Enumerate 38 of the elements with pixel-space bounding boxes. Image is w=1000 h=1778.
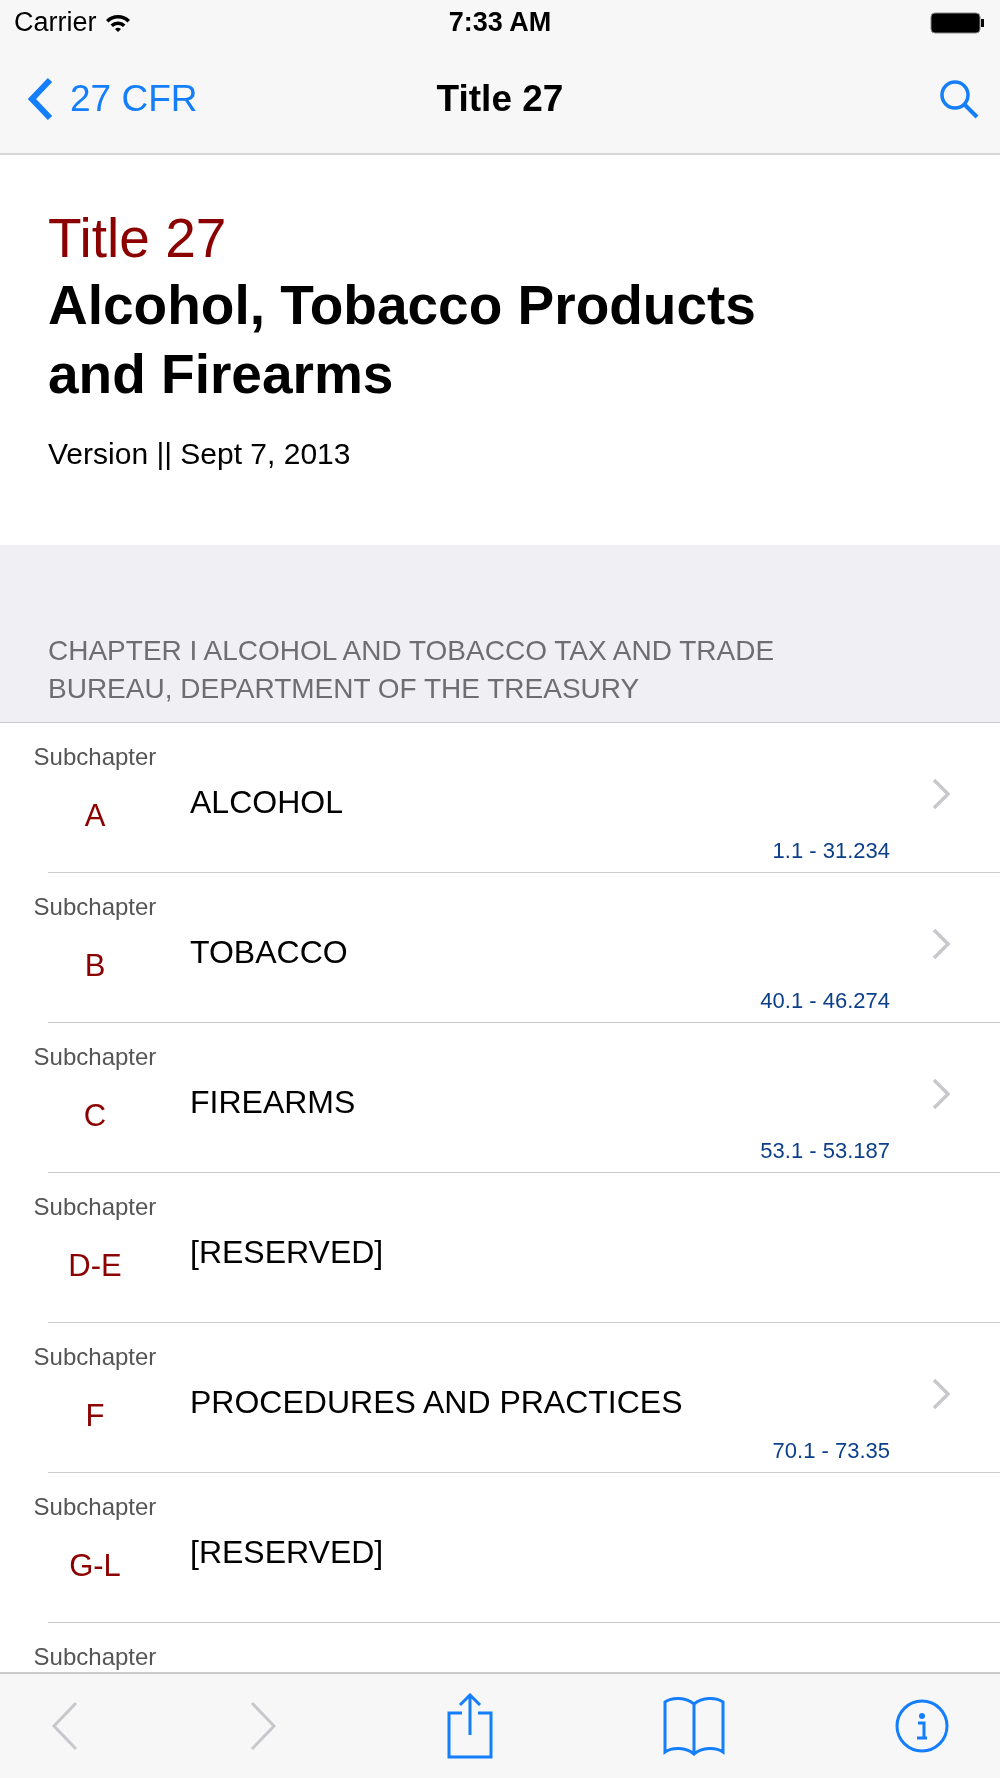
screen-title: Title 27 — [436, 76, 564, 121]
title-number: Title 27 — [48, 206, 228, 271]
subchapter-title[interactable]: [RESERVED] — [190, 1473, 384, 1576]
section-range: 40.1 - 46.274 — [760, 987, 890, 1015]
search-button[interactable] — [938, 78, 980, 120]
subchapter-title[interactable]: FIREARMS — [190, 1023, 356, 1126]
subchapter-title[interactable]: ALCOHOL — [190, 723, 343, 826]
subchapter-label: Subchapter — [32, 1342, 158, 1372]
subchapter-label: Subchapter — [32, 1642, 158, 1672]
status-time: 7:33 AM — [448, 6, 552, 40]
subchapter-title[interactable]: PROCEDURES AND PRACTICES — [190, 1323, 683, 1426]
share-button[interactable] — [446, 1693, 494, 1759]
subchapter-title[interactable]: TOBACCO — [190, 873, 348, 976]
subchapter-label: Subchapter — [32, 1192, 158, 1222]
bookmarks-button[interactable] — [662, 1696, 726, 1756]
subchapter-title[interactable]: [RESERVED] — [190, 1173, 384, 1276]
info-button[interactable] — [894, 1698, 950, 1754]
section-heading: CHAPTER I ALCOHOL AND TOBACCO TAX AND TRADE BUREAU, DEPARTMENT OF THE TREASURY — [48, 634, 776, 707]
title-name: Alcohol, Tobacco Products and Firearms — [48, 273, 757, 407]
subchapter-label: Subchapter — [32, 1042, 158, 1072]
subchapter-label: Subchapter — [32, 1492, 158, 1522]
subchapter-letter: D-E — [67, 1247, 123, 1285]
version-text: Version || Sept 7, 2013 — [48, 435, 352, 472]
subchapter-label: Subchapter — [32, 742, 158, 772]
section-range: 1.1 - 31.234 — [772, 837, 890, 865]
back-button[interactable]: 27 CFR — [28, 71, 198, 127]
back-chevron-icon — [28, 77, 54, 121]
wifi-icon — [104, 12, 131, 33]
section-range: 53.1 - 53.187 — [760, 1137, 890, 1165]
subchapter-letter: F — [84, 1397, 106, 1435]
subchapter-label: Subchapter — [32, 892, 158, 922]
carrier-label: Carrier — [14, 6, 97, 40]
subchapter-letter: A — [83, 797, 107, 835]
section-range: 70.1 - 73.35 — [772, 1437, 890, 1465]
subchapter-letter: G-L — [68, 1547, 122, 1585]
battery-icon — [930, 9, 986, 36]
subchapter-letter: C — [82, 1097, 108, 1135]
subchapter-letter: B — [83, 947, 107, 985]
